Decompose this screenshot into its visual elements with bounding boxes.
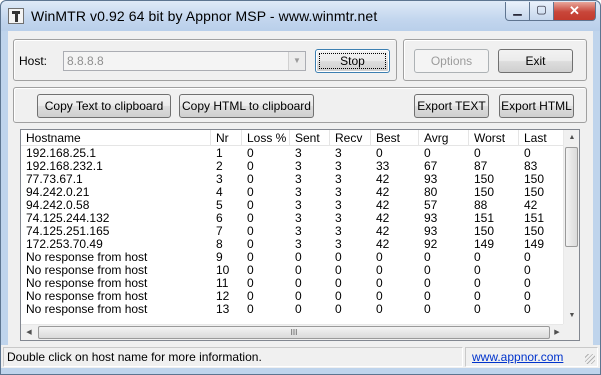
stop-button[interactable]: Stop (315, 49, 390, 73)
status-bar: Double click on host name for more infor… (1, 345, 600, 368)
maximize-button[interactable]: ▢ (529, 2, 554, 21)
column-header-loss[interactable]: Loss % (242, 130, 290, 146)
options-button[interactable]: Options (414, 49, 489, 73)
vertical-scroll-thumb[interactable] (565, 147, 578, 247)
status-pane-message: Double click on host name for more infor… (3, 347, 463, 367)
cell-nr: 13 (216, 302, 230, 316)
horizontal-scrollbar[interactable]: ◀ III ▶ (21, 324, 565, 340)
results-table[interactable]: Hostname Nr Loss % Sent Recv Best Avrg W… (20, 129, 580, 341)
winmtr-window: WinMTR v0.92 64 bit by Appnor MSP - www.… (0, 0, 601, 375)
scroll-down-icon[interactable]: ▼ (564, 308, 579, 324)
minimize-button[interactable]: ▁ (505, 2, 530, 21)
host-groupbox: Host: 8.8.8.8 ▼ Stop (13, 39, 397, 81)
column-header-recv[interactable]: Recv (330, 130, 371, 146)
column-header-worst[interactable]: Worst (469, 130, 519, 146)
cell-loss: 0 (247, 302, 254, 316)
cell-sent: 0 (295, 302, 302, 316)
resize-grip-icon[interactable] (585, 354, 595, 364)
cell-hostname[interactable]: No response from host (26, 303, 147, 316)
host-combobox[interactable]: 8.8.8.8 ▼ (63, 51, 306, 71)
column-header-hostname[interactable]: Hostname (21, 130, 211, 146)
vertical-scrollbar[interactable]: ▲ ▼ (563, 130, 579, 324)
scroll-up-icon[interactable]: ▲ (564, 130, 579, 146)
column-header-last[interactable]: Last (519, 130, 565, 146)
table-header: Hostname Nr Loss % Sent Recv Best Avrg W… (21, 130, 565, 146)
close-button[interactable]: ✕ (553, 2, 596, 21)
status-pane-link: www.appnor.com (465, 347, 598, 367)
column-header-best[interactable]: Best (371, 130, 419, 146)
column-header-sent[interactable]: Sent (290, 130, 330, 146)
exit-button[interactable]: Exit (498, 49, 573, 73)
table-body: 192.168.25.1 1 0 3 3 0 0 0 0 192.168.232.1 2 0 3 3 33 6… (21, 147, 565, 316)
scrollbar-corner (563, 324, 579, 340)
horizontal-scroll-thumb[interactable]: III (38, 326, 550, 339)
window-title: WinMTR v0.92 64 bit by Appnor MSP - www.… (31, 8, 378, 24)
app-icon[interactable] (8, 8, 24, 24)
host-value: 8.8.8.8 (67, 54, 104, 68)
export-html-button[interactable]: Export HTML (499, 94, 574, 118)
column-header-avrg[interactable]: Avrg (419, 130, 469, 146)
chevron-down-icon[interactable]: ▼ (288, 52, 305, 70)
copy-html-button[interactable]: Copy HTML to clipboard (179, 94, 314, 118)
cell-worst: 0 (474, 302, 481, 316)
appnor-link[interactable]: www.appnor.com (472, 350, 563, 364)
export-groupbox: Copy Text to clipboard Copy HTML to clip… (13, 87, 587, 123)
cell-recv: 0 (335, 302, 342, 316)
export-text-button[interactable]: Export TEXT (414, 94, 489, 118)
cell-avrg: 0 (424, 302, 431, 316)
cell-best: 0 (376, 302, 383, 316)
scroll-left-icon[interactable]: ◀ (21, 325, 37, 340)
status-message: Double click on host name for more infor… (7, 350, 262, 364)
options-groupbox: Options Exit (403, 39, 587, 81)
column-header-nr[interactable]: Nr (211, 130, 242, 146)
client-area: Host: 8.8.8.8 ▼ Stop Options Exit Copy T… (1, 31, 600, 368)
title-bar[interactable]: WinMTR v0.92 64 bit by Appnor MSP - www.… (1, 1, 600, 31)
grip-icon: III (290, 328, 298, 337)
copy-text-button[interactable]: Copy Text to clipboard (37, 94, 171, 118)
cell-last: 0 (524, 302, 531, 316)
host-label: Host: (19, 54, 48, 68)
table-row[interactable]: No response from host 13 0 0 0 0 0 0 0 (21, 303, 565, 316)
